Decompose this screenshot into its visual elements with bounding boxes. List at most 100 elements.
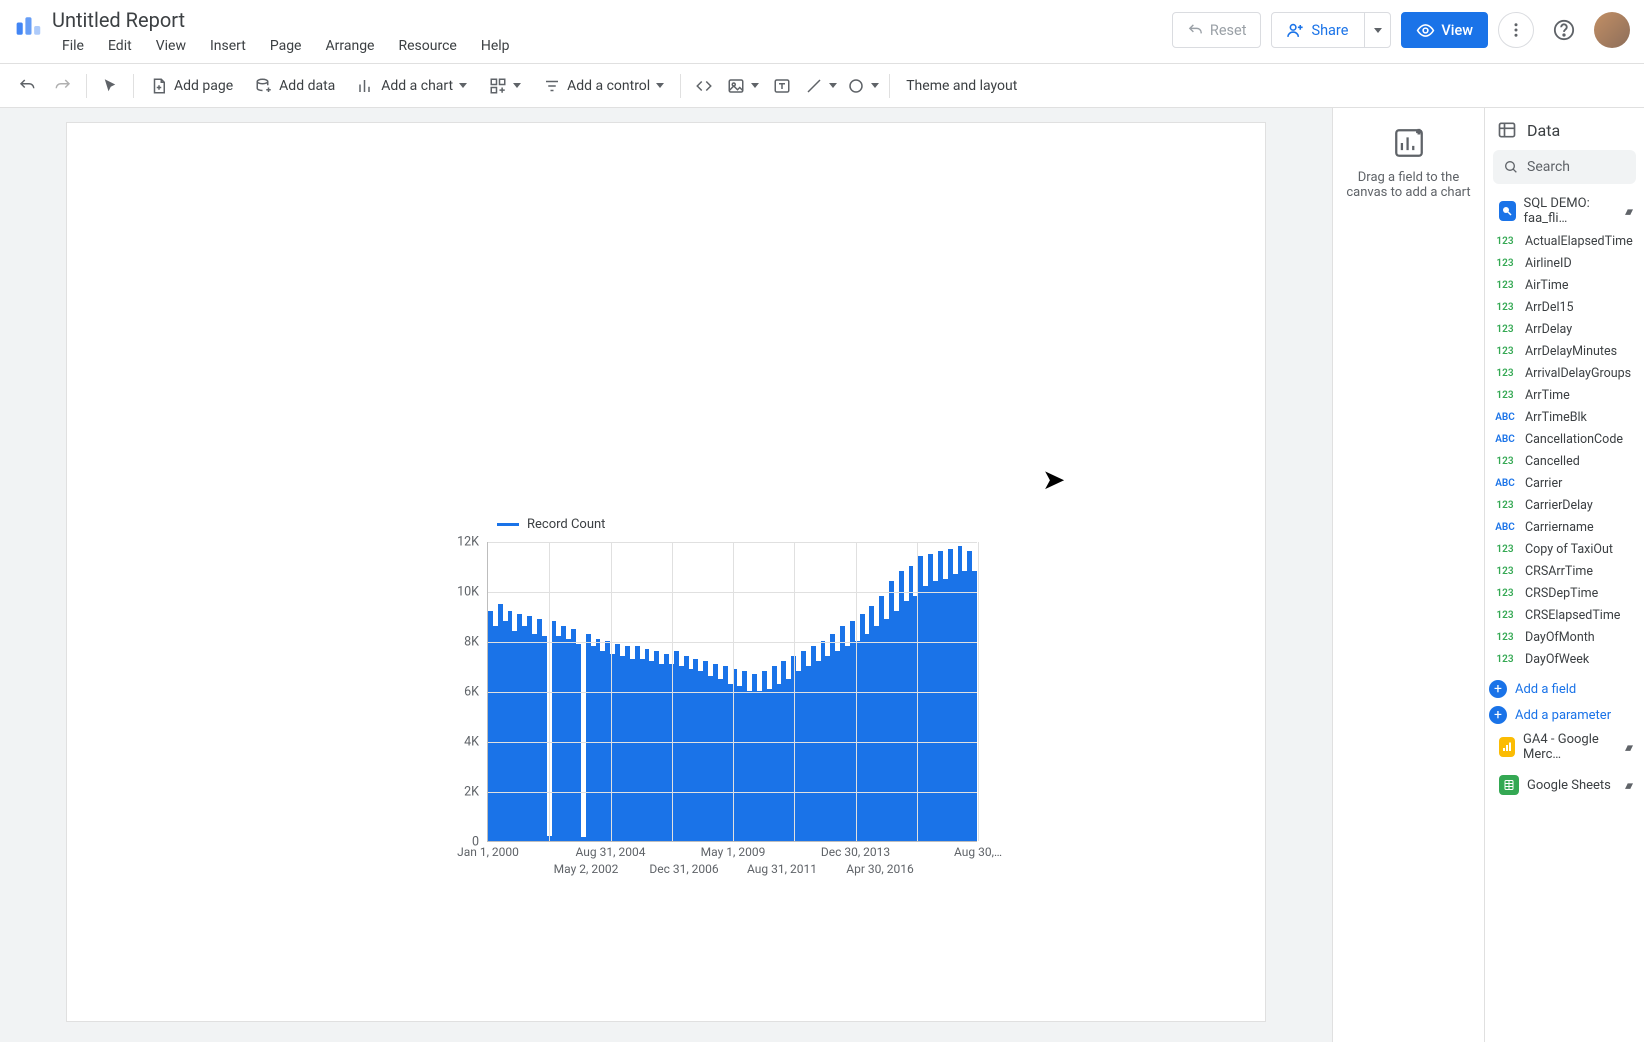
time-series-chart[interactable]: Record Count 02K4K6K8K10K12KJan 1, 2000A…: [437, 517, 997, 877]
number-type-icon: 123: [1493, 280, 1517, 291]
undo-button[interactable]: [10, 70, 44, 102]
field-item[interactable]: 123ActualElapsedTime: [1489, 230, 1640, 252]
menu-edit[interactable]: Edit: [98, 34, 142, 58]
field-item[interactable]: 123DayOfWeek: [1489, 648, 1640, 670]
datasource-row-sheets[interactable]: Google Sheets ▴▾: [1493, 770, 1636, 800]
add-page-label: Add page: [174, 78, 233, 94]
line-button[interactable]: [801, 70, 841, 102]
add-control-button[interactable]: Add a control: [533, 70, 674, 102]
share-button[interactable]: Share: [1271, 12, 1391, 48]
search-placeholder: Search: [1527, 159, 1570, 175]
gridline: [917, 542, 918, 841]
drop-hint-text: Drag a field to the canvas to add a char…: [1343, 170, 1474, 200]
field-item[interactable]: ABCArrTimeBlk: [1489, 406, 1640, 428]
y-axis-tick-label: 10K: [457, 585, 479, 600]
redo-icon: [54, 77, 72, 95]
sheets-icon: [1499, 775, 1519, 795]
field-item[interactable]: 123CRSDepTime: [1489, 582, 1640, 604]
account-avatar[interactable]: [1594, 12, 1630, 48]
field-name: AirlineID: [1525, 256, 1572, 271]
field-item[interactable]: 123AirlineID: [1489, 252, 1640, 274]
x-axis-tick-label: May 2, 2002: [554, 862, 619, 876]
number-type-icon: 123: [1493, 390, 1517, 401]
field-item[interactable]: 123ArrDelayMinutes: [1489, 340, 1640, 362]
menu-page[interactable]: Page: [260, 34, 312, 58]
menu-help[interactable]: Help: [471, 34, 520, 58]
toolbar-separator: [680, 74, 681, 98]
menu-file[interactable]: File: [52, 34, 94, 58]
theme-layout-button[interactable]: Theme and layout: [896, 70, 1027, 102]
add-field-label: Add a field: [1515, 682, 1576, 697]
expand-collapse-icon[interactable]: ▴▾: [1625, 779, 1630, 792]
document-title[interactable]: Untitled Report: [52, 6, 520, 32]
help-button[interactable]: [1544, 10, 1584, 50]
share-dropdown-toggle[interactable]: [1364, 13, 1390, 47]
field-item[interactable]: ABCCancellationCode: [1489, 428, 1640, 450]
datasource-row-ga4[interactable]: GA4 - Google Merc… ▴▾: [1493, 732, 1636, 762]
view-button[interactable]: View: [1401, 12, 1488, 48]
y-axis-tick-label: 4K: [464, 735, 479, 750]
add-page-button[interactable]: Add page: [140, 70, 243, 102]
field-item[interactable]: 123CRSArrTime: [1489, 560, 1640, 582]
x-axis-tick-label: Aug 31, 2004: [576, 845, 646, 859]
field-name: AirTime: [1525, 278, 1569, 293]
menu-insert[interactable]: Insert: [200, 34, 256, 58]
y-axis-tick-label: 2K: [464, 785, 479, 800]
analytics-icon: [1499, 737, 1515, 757]
field-item[interactable]: 123CRSElapsedTime: [1489, 604, 1640, 626]
report-canvas[interactable]: Record Count 02K4K6K8K10K12KJan 1, 2000A…: [66, 122, 1266, 1022]
menu-view[interactable]: View: [146, 34, 196, 58]
field-drop-target[interactable]: Drag a field to the canvas to add a char…: [1333, 108, 1485, 1042]
add-data-button[interactable]: Add data: [245, 70, 345, 102]
community-visualizations-button[interactable]: [479, 70, 531, 102]
data-panel: Data Search SQL DEMO: faa_fli… ▴▾ 123Act…: [1485, 108, 1644, 1042]
add-parameter-button[interactable]: + Add a parameter: [1485, 702, 1644, 728]
toolbar-separator: [133, 74, 134, 98]
field-item[interactable]: 123ArrDelay: [1489, 318, 1640, 340]
field-item[interactable]: 123Cancelled: [1489, 450, 1640, 472]
text-type-icon: ABC: [1493, 434, 1517, 445]
field-name: CarrierDelay: [1525, 498, 1593, 513]
field-name: ArrDel15: [1525, 300, 1574, 315]
add-field-button[interactable]: + Add a field: [1485, 676, 1644, 702]
field-item[interactable]: 123ArrTime: [1489, 384, 1640, 406]
y-axis-tick-label: 12K: [457, 535, 479, 550]
image-button[interactable]: [723, 70, 763, 102]
looker-studio-logo: [14, 12, 42, 40]
selection-tool-button[interactable]: [93, 70, 127, 102]
redo-button[interactable]: [46, 70, 80, 102]
field-item[interactable]: 123CarrierDelay: [1489, 494, 1640, 516]
embed-button[interactable]: [687, 70, 721, 102]
field-item[interactable]: 123DayOfMonth: [1489, 626, 1640, 648]
add-parameter-label: Add a parameter: [1515, 708, 1611, 723]
add-chart-button[interactable]: Add a chart: [347, 70, 477, 102]
person-add-icon: [1286, 21, 1305, 40]
toolbar-separator: [889, 74, 890, 98]
text-button[interactable]: [765, 70, 799, 102]
x-axis-tick-label: May 1, 2009: [701, 845, 766, 859]
number-type-icon: 123: [1493, 368, 1517, 379]
shape-button[interactable]: [843, 70, 883, 102]
more-options-button[interactable]: [1498, 12, 1534, 48]
field-search-input[interactable]: Search: [1493, 150, 1636, 184]
filter-icon: [543, 77, 561, 95]
gridline: [794, 542, 795, 841]
data-bar: [972, 571, 977, 841]
field-item[interactable]: ABCCarriername: [1489, 516, 1640, 538]
datasource-name: Google Sheets: [1527, 778, 1611, 793]
number-type-icon: 123: [1493, 566, 1517, 577]
expand-collapse-icon[interactable]: ▴▾: [1625, 205, 1630, 218]
field-item[interactable]: ABCCarrier: [1489, 472, 1640, 494]
field-item[interactable]: 123 AirTime: [1489, 274, 1640, 296]
field-item[interactable]: 123ArrivalDelayGroups: [1489, 362, 1640, 384]
reset-button[interactable]: Reset: [1172, 12, 1262, 48]
menu-resource[interactable]: Resource: [388, 34, 466, 58]
field-name: Carrier: [1525, 476, 1562, 491]
canvas-area[interactable]: Record Count 02K4K6K8K10K12KJan 1, 2000A…: [0, 108, 1332, 1042]
field-name: Cancelled: [1525, 454, 1580, 469]
expand-collapse-icon[interactable]: ▴▾: [1625, 741, 1630, 754]
menu-arrange[interactable]: Arrange: [316, 34, 385, 58]
datasource-row-bigquery[interactable]: SQL DEMO: faa_fli… ▴▾: [1493, 196, 1636, 226]
field-item[interactable]: 123Copy of TaxiOut: [1489, 538, 1640, 560]
field-item[interactable]: 123ArrDel15: [1489, 296, 1640, 318]
